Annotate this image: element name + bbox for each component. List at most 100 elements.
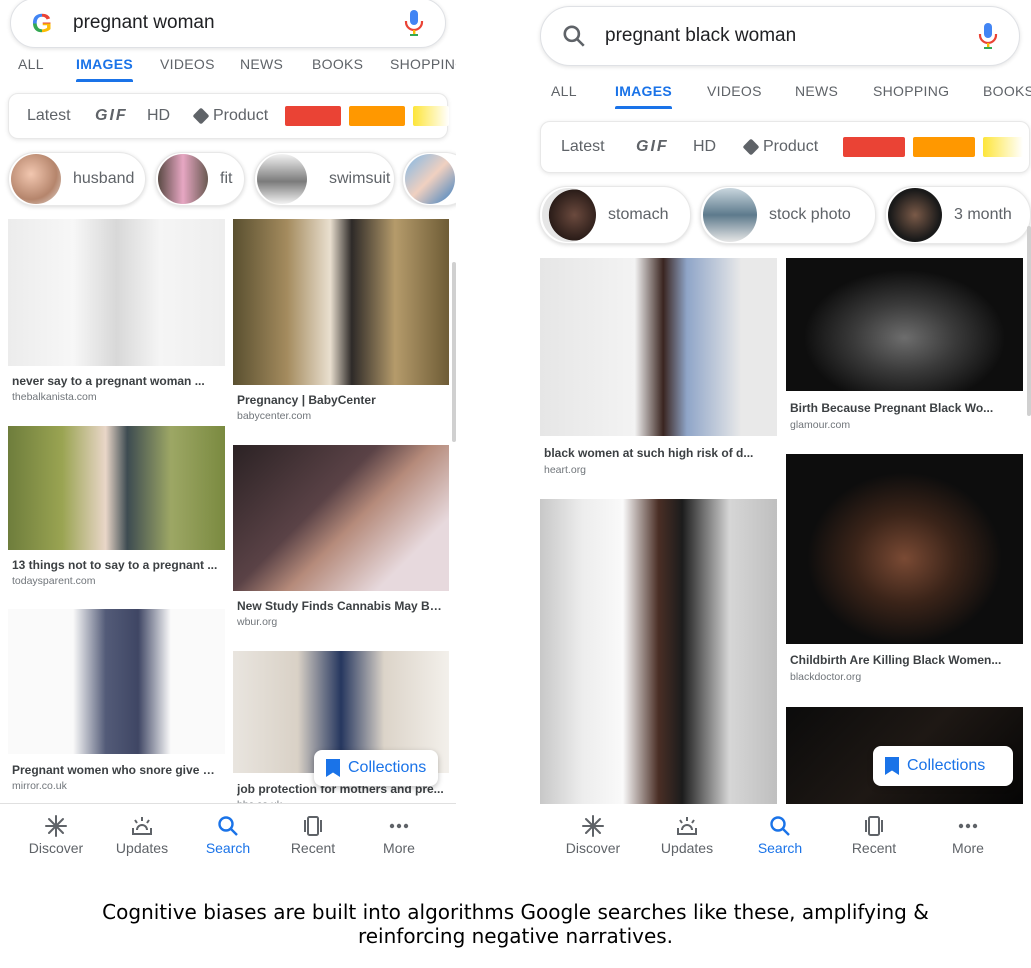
bookmark-icon: [326, 759, 340, 777]
more-dots-icon: [389, 823, 409, 829]
tab-all[interactable]: ALL: [551, 83, 577, 99]
tab-shopping[interactable]: SHOPPING: [390, 56, 456, 72]
filter-product[interactable]: Product: [192, 107, 268, 125]
filter-gif[interactable]: GIF: [636, 138, 669, 156]
tab-books[interactable]: BOOKS: [983, 83, 1031, 99]
nav-label: More: [952, 840, 984, 856]
microphone-icon[interactable]: [977, 22, 999, 50]
chip-thumbnail: [405, 154, 455, 204]
filter-hd[interactable]: HD: [693, 138, 716, 156]
result-title: Pregnancy | BabyCenter: [237, 393, 376, 407]
image-result[interactable]: Pregnancy | BabyCenter babycenter.com: [233, 219, 449, 431]
image-result[interactable]: Childbirth Are Killing Black Women... bl…: [786, 454, 1023, 690]
related-chip[interactable]: fit: [155, 152, 245, 206]
result-source: thebalkanista.com: [12, 391, 97, 403]
result-title: New Study Finds Cannabis May Be ...: [237, 599, 445, 613]
image-result[interactable]: 13 things not to say to a pregnant ... t…: [8, 426, 225, 596]
tab-news[interactable]: NEWS: [795, 83, 838, 99]
image-result[interactable]: Pregnant women who snore give bi... mirr…: [8, 609, 225, 799]
image-result[interactable]: New Study Finds Cannabis May Be ... wbur…: [233, 445, 449, 635]
image-result[interactable]: never say to a pregnant woman ... thebal…: [8, 219, 225, 411]
image-result[interactable]: [540, 499, 777, 804]
nav-recent[interactable]: Recent: [842, 804, 906, 856]
nav-search[interactable]: Search: [198, 804, 258, 856]
nav-discover[interactable]: Discover: [561, 804, 625, 856]
color-filter-yellow[interactable]: [983, 137, 1023, 157]
result-image: [233, 445, 449, 591]
nav-more[interactable]: More: [369, 804, 429, 856]
result-source: wbur.org: [237, 616, 278, 628]
related-chip[interactable]: husband: [8, 152, 146, 206]
color-filter-yellow[interactable]: [413, 106, 449, 126]
image-result[interactable]: black women at such high risk of d... he…: [540, 258, 777, 484]
tab-images[interactable]: IMAGES: [76, 56, 134, 82]
tag-icon: [192, 107, 210, 125]
updates-icon: [132, 817, 152, 835]
nav-search[interactable]: Search: [748, 804, 812, 856]
nav-more[interactable]: More: [936, 804, 1000, 856]
chip-label: stomach: [608, 206, 669, 223]
chip-label: stock photo: [769, 206, 851, 223]
result-source: babycenter.com: [237, 410, 312, 422]
collections-button[interactable]: Collections: [873, 746, 1013, 786]
microphone-icon[interactable]: [403, 9, 425, 37]
result-title: black women at such high risk of d...: [544, 446, 754, 460]
left-screenshot-panel: G pregnant woman ALL IMAGES VIDEOS NEWS …: [0, 0, 456, 868]
scrollbar[interactable]: [452, 262, 456, 442]
image-result[interactable]: Birth Because Pregnant Black Wo... glamo…: [786, 258, 1023, 438]
filter-gif[interactable]: GIF: [95, 107, 128, 125]
result-image: [786, 454, 1023, 644]
related-chip[interactable]: stomach: [539, 186, 691, 244]
related-chip[interactable]: stock photo: [700, 186, 876, 244]
chip-label: husband: [73, 170, 135, 187]
result-title: 13 things not to say to a pregnant ...: [12, 558, 218, 572]
tab-books[interactable]: BOOKS: [312, 56, 363, 72]
result-image: [540, 258, 777, 436]
color-filter-orange[interactable]: [349, 106, 405, 126]
search-query[interactable]: pregnant woman: [73, 12, 403, 34]
result-image: [8, 219, 225, 366]
search-bar[interactable]: G pregnant woman: [10, 0, 446, 48]
collections-button[interactable]: Collections: [314, 750, 439, 786]
nav-label: Recent: [851, 840, 897, 856]
nav-updates[interactable]: Updates: [112, 804, 172, 856]
tab-all[interactable]: ALL: [18, 56, 44, 72]
search-bar[interactable]: pregnant black woman: [540, 6, 1020, 66]
nav-discover[interactable]: Discover: [26, 804, 86, 856]
recent-icon: [304, 816, 322, 836]
nav-label: Updates: [115, 840, 169, 856]
filter-hd[interactable]: HD: [147, 107, 170, 125]
related-chip[interactable]: swimsuit: [254, 152, 395, 206]
chip-thumbnail: [703, 188, 757, 242]
nav-label: Search: [757, 840, 803, 856]
result-image: [8, 426, 225, 550]
search-query[interactable]: pregnant black woman: [605, 25, 977, 47]
nav-label: Discover: [565, 840, 621, 856]
result-image: [233, 219, 449, 385]
updates-icon: [677, 817, 697, 835]
chip-label: 3 month: [954, 206, 1012, 223]
filter-latest[interactable]: Latest: [27, 107, 71, 125]
search-icon: [218, 816, 238, 836]
nav-recent[interactable]: Recent: [283, 804, 343, 856]
tab-news[interactable]: NEWS: [240, 56, 283, 72]
color-filter-red[interactable]: [843, 137, 905, 157]
tab-images[interactable]: IMAGES: [615, 83, 673, 109]
filter-product[interactable]: Product: [742, 138, 818, 156]
collections-label: Collections: [348, 759, 427, 776]
caption-line-1: Cognitive biases are built into algorith…: [102, 900, 929, 924]
scrollbar[interactable]: [1027, 226, 1031, 416]
tab-videos[interactable]: VIDEOS: [707, 83, 762, 99]
related-chip[interactable]: [402, 152, 456, 206]
filter-latest[interactable]: Latest: [561, 138, 605, 156]
bookmark-icon: [885, 757, 899, 775]
tab-shopping[interactable]: SHOPPING: [873, 83, 949, 99]
nav-label: Updates: [660, 840, 714, 856]
nav-label: Recent: [290, 840, 336, 856]
tab-videos[interactable]: VIDEOS: [160, 56, 215, 72]
search-icon: [770, 816, 790, 836]
color-filter-orange[interactable]: [913, 137, 975, 157]
color-filter-red[interactable]: [285, 106, 341, 126]
nav-updates[interactable]: Updates: [655, 804, 719, 856]
related-chip[interactable]: 3 month: [885, 186, 1031, 244]
